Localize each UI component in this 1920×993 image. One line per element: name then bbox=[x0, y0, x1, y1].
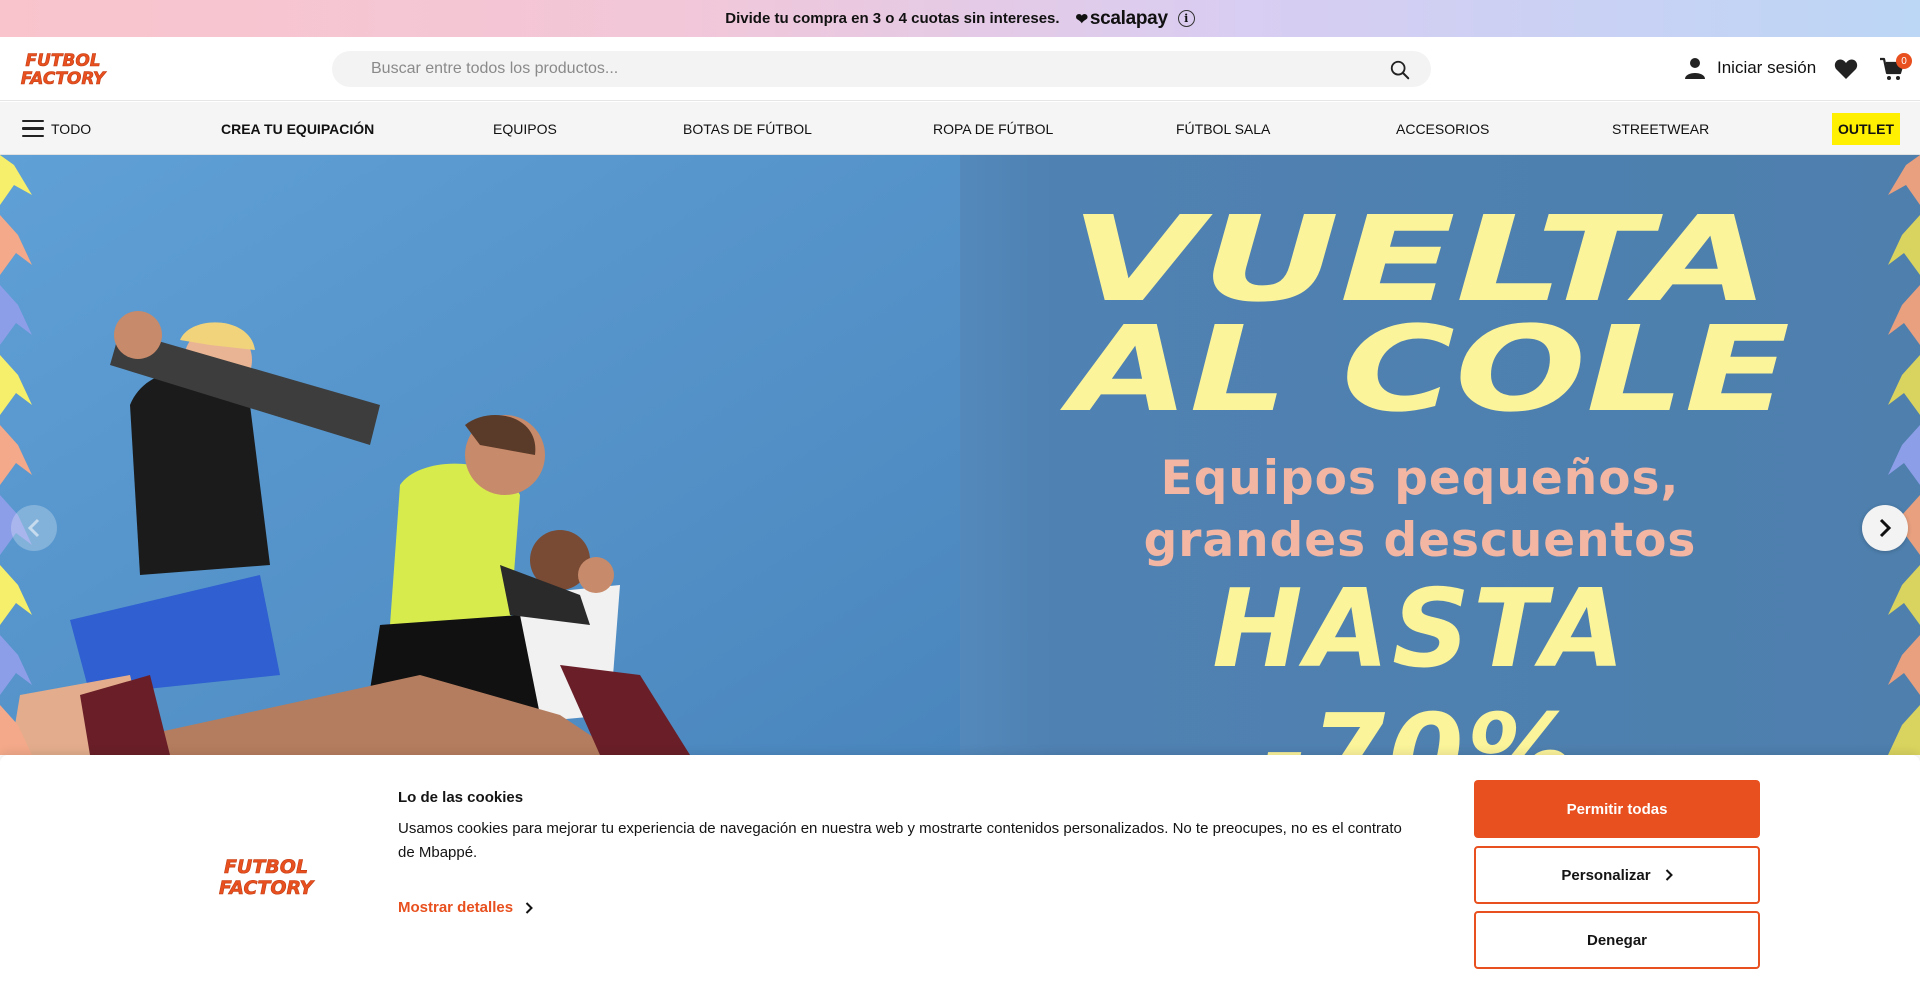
nav-menu-all[interactable]: TODO bbox=[22, 102, 91, 155]
nav-item-botas-de-futbol[interactable]: BOTAS DE FÚTBOL bbox=[683, 102, 812, 155]
chevron-right-icon bbox=[1665, 869, 1673, 881]
cookie-banner: FUTBOL FACTORY Lo de las cookies Usamos … bbox=[0, 755, 1920, 993]
carousel-prev-button[interactable] bbox=[11, 505, 57, 551]
heart-icon[interactable] bbox=[1834, 58, 1858, 80]
search-input[interactable] bbox=[371, 60, 1371, 78]
info-icon[interactable]: i bbox=[1177, 10, 1195, 27]
nav-item-outlet[interactable]: OUTLET bbox=[1832, 113, 1900, 145]
show-details-link[interactable]: Mostrar detalles bbox=[398, 899, 533, 916]
allow-all-label: Permitir todas bbox=[1566, 800, 1668, 818]
nav-item-equipos[interactable]: EQUIPOS bbox=[493, 102, 557, 155]
scalapay-logo: ❤ scalapay bbox=[1076, 8, 1168, 30]
search-icon[interactable] bbox=[1389, 59, 1411, 81]
decorative-edge-right bbox=[1888, 155, 1920, 755]
hamburger-icon bbox=[22, 119, 44, 138]
chevron-left-icon bbox=[27, 518, 40, 538]
site-header: FUTBOL FACTORY Iniciar sesión 0 bbox=[0, 37, 1920, 101]
hero-title-line2: AL COLE bbox=[1060, 300, 1790, 415]
chevron-right-icon bbox=[1879, 518, 1892, 538]
hero-athletes-image bbox=[0, 155, 960, 755]
nav-item-accesorios[interactable]: ACCESORIOS bbox=[1396, 102, 1489, 155]
user-icon bbox=[1685, 58, 1705, 79]
login-label: Iniciar sesión bbox=[1717, 58, 1817, 77]
search-bar[interactable] bbox=[332, 51, 1431, 87]
hero-subtitle-line2: grandes descuentos bbox=[1143, 513, 1697, 568]
hero-subtitle: Equipos pequeños, grandes descuentos bbox=[1060, 448, 1780, 572]
main-nav: TODO CREA TU EQUIPACIÓN EQUIPOS BOTAS DE… bbox=[0, 102, 1920, 155]
deny-button[interactable]: Denegar bbox=[1474, 911, 1760, 969]
cookie-logo-line1: FUTBOL bbox=[224, 856, 308, 878]
cookie-logo-line2: FACTORY bbox=[219, 877, 316, 898]
logo-line2: FACTORY bbox=[21, 69, 107, 88]
hero-subtitle-line1: Equipos pequeños, bbox=[1160, 451, 1680, 506]
customize-button[interactable]: Personalizar bbox=[1474, 846, 1760, 904]
cookie-banner-logo: FUTBOL FACTORY bbox=[219, 856, 316, 898]
promo-bar: Divide tu compra en 3 o 4 cuotas sin int… bbox=[0, 0, 1920, 37]
logo-line1: FUTBOL bbox=[25, 51, 100, 71]
show-details-label: Mostrar detalles bbox=[398, 899, 514, 916]
cookie-title: Lo de las cookies bbox=[398, 789, 524, 806]
hero-banner[interactable]: VUELTA AL COLE Equipos pequeños, grandes… bbox=[0, 155, 1920, 755]
scalapay-brand: scalapay bbox=[1089, 7, 1168, 29]
chevron-right-icon bbox=[525, 901, 533, 914]
heart-icon: ❤ bbox=[1075, 10, 1089, 28]
deny-label: Denegar bbox=[1586, 931, 1648, 949]
nav-menu-label: TODO bbox=[51, 120, 92, 137]
carousel-next-button[interactable] bbox=[1862, 505, 1908, 551]
login-link[interactable]: Iniciar sesión bbox=[1685, 57, 1816, 79]
decorative-edge-left bbox=[0, 155, 32, 755]
nav-item-streetwear[interactable]: STREETWEAR bbox=[1612, 102, 1709, 155]
futbol-factory-logo[interactable]: FUTBOL FACTORY bbox=[17, 50, 109, 88]
nav-item-crea-tu-equipacion[interactable]: CREA TU EQUIPACIÓN bbox=[221, 102, 374, 155]
cart-count-badge: 0 bbox=[1896, 53, 1912, 69]
allow-all-button[interactable]: Permitir todas bbox=[1474, 780, 1760, 838]
customize-label: Personalizar bbox=[1561, 866, 1651, 884]
hero-title: VUELTA AL COLE bbox=[1060, 190, 1790, 415]
hero-hasta: HASTA bbox=[1212, 567, 1628, 692]
promo-text: Divide tu compra en 3 o 4 cuotas sin int… bbox=[725, 10, 1060, 27]
cookie-description: Usamos cookies para mejorar tu experienc… bbox=[398, 820, 1402, 861]
nav-item-ropa-de-futbol[interactable]: ROPA DE FÚTBOL bbox=[933, 102, 1053, 155]
hero-discount: -70% bbox=[1262, 692, 1578, 756]
nav-item-futbol-sala[interactable]: FÚTBOL SALA bbox=[1176, 102, 1270, 155]
